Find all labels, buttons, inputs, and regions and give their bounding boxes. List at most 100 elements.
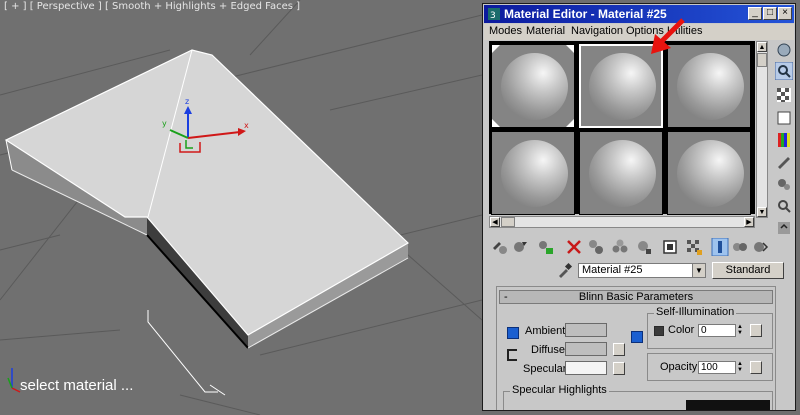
sample-slot-1[interactable] (491, 44, 575, 128)
perspective-viewport[interactable]: x y z [ + ] [ Perspective ] [ Smooth + H… (0, 0, 482, 415)
spinner-arrows-icon[interactable]: ▲ ▼ (736, 324, 744, 337)
uv-tiling-icon[interactable] (775, 109, 793, 127)
material-editor-window: 3 Material Editor - Material #25 _ □ × M… (482, 3, 796, 411)
menu-bar: Modes Material Navigation Options Utilit… (484, 24, 794, 40)
scroll-left-icon[interactable]: ◀ (490, 217, 500, 227)
material-id-icon[interactable] (661, 238, 679, 256)
material-sphere (589, 53, 656, 120)
opacity-group: Opacity: 100 ▲ ▼ (647, 353, 773, 381)
scroll-thumb[interactable] (501, 217, 515, 227)
ambient-color-swatch[interactable] (565, 323, 607, 337)
material-sphere (501, 53, 568, 120)
chevron-down-icon[interactable]: ▼ (692, 263, 706, 278)
spinner-arrows-icon[interactable]: ▲ ▼ (736, 361, 744, 374)
scroll-down-icon[interactable]: ▼ (757, 207, 767, 217)
sample-slot-4[interactable] (491, 131, 575, 215)
menu-modes[interactable]: Modes (489, 25, 522, 37)
go-to-parent-icon[interactable] (731, 238, 749, 256)
opacity-map-button[interactable] (750, 361, 762, 374)
background-icon[interactable] (775, 86, 793, 104)
select-by-material-icon[interactable] (775, 197, 793, 215)
blinn-basic-parameters-rollout: - Blinn Basic Parameters Ambient: Diffus… (496, 286, 776, 410)
selection-bracket-tick (209, 384, 226, 396)
close-icon[interactable]: × (778, 7, 792, 20)
viewport-label[interactable]: [ + ] [ Perspective ] [ Smooth + Highlig… (4, 1, 300, 12)
axis-tripod (7, 368, 21, 393)
scroll-up-icon[interactable]: ▲ (757, 42, 767, 52)
self-illumination-group: Self-Illumination Color 0 ▲ ▼ (647, 306, 773, 349)
viewport-scene: x y z (0, 0, 482, 415)
slot-corner (566, 119, 574, 127)
show-end-result-icon[interactable] (711, 238, 729, 256)
color-checkbox[interactable] (654, 326, 664, 336)
material-name-field[interactable]: Material #25 (578, 263, 702, 278)
opacity-spinner[interactable]: 100 (698, 361, 736, 374)
minimize-icon[interactable]: _ (748, 7, 762, 20)
bracket-icon (507, 349, 517, 361)
video-color-check-icon[interactable] (775, 131, 793, 149)
go-forward-icon[interactable] (751, 238, 769, 256)
maximize-icon[interactable]: □ (763, 7, 777, 20)
options-icon[interactable] (775, 175, 793, 193)
lock-ambient-icon[interactable] (507, 327, 519, 339)
material-name-row: Material #25 ▼ Standard (489, 262, 789, 282)
gizmo-y-label: y (162, 119, 167, 128)
sample-slot-6[interactable] (667, 131, 751, 215)
self-illum-map-button[interactable] (750, 324, 762, 337)
self-illum-spinner[interactable]: 0 (698, 324, 736, 337)
side-toolbar (773, 41, 795, 261)
title-bar[interactable]: 3 Material Editor - Material #25 _ □ × (484, 5, 794, 23)
collapse-icon[interactable]: - (504, 291, 508, 303)
color-label: Color (668, 324, 695, 336)
sample-slot-5[interactable] (579, 131, 663, 215)
delete-icon[interactable] (565, 238, 583, 256)
assign-to-selection-icon[interactable] (537, 238, 555, 256)
slot-corner (566, 45, 574, 53)
rollout-header[interactable]: - Blinn Basic Parameters (499, 290, 773, 304)
material-sphere (677, 53, 744, 120)
backlight-icon[interactable] (775, 62, 793, 80)
specular-highlights-title: Specular Highlights (510, 384, 609, 396)
specular-label: Specular: (523, 363, 570, 375)
menu-material[interactable]: Material (526, 25, 565, 37)
diffuse-map-button[interactable] (613, 343, 625, 356)
menu-navigation[interactable]: Navigation (571, 25, 623, 37)
get-material-icon[interactable] (491, 238, 509, 256)
tutorial-caption: select material ... (20, 377, 134, 394)
material-sphere (677, 140, 744, 207)
sample-slots (489, 41, 755, 215)
selection-bracket (147, 310, 218, 393)
gizmo-x-label: x (244, 121, 249, 130)
slot-corner (492, 119, 500, 127)
highlight-curve-preview (686, 400, 770, 410)
slots-vertical-scrollbar[interactable]: ▲ ▼ (756, 41, 768, 218)
make-preview-icon[interactable] (775, 153, 793, 171)
material-sphere (589, 140, 656, 207)
slot-toolbar (489, 238, 771, 260)
material-type-button[interactable]: Standard (712, 262, 784, 279)
specular-color-swatch[interactable] (565, 361, 607, 375)
self-illumination-title: Self-Illumination (654, 306, 737, 318)
svg-text:3: 3 (490, 11, 496, 20)
opacity-label: Opacity: (660, 361, 701, 373)
material-navigator-icon[interactable] (775, 219, 793, 237)
app-icon: 3 (488, 8, 500, 20)
lock-diffuse-specular-icon[interactable] (631, 331, 643, 343)
sample-type-icon[interactable] (775, 41, 793, 59)
diffuse-color-swatch[interactable] (565, 342, 607, 356)
make-copy-icon[interactable] (587, 238, 605, 256)
eyedropper-icon[interactable] (557, 262, 573, 278)
diffuse-label: Diffuse: (531, 344, 569, 356)
material-sphere (501, 140, 568, 207)
show-map-icon[interactable] (685, 238, 703, 256)
ambient-label: Ambient: (525, 325, 569, 337)
put-to-library-icon[interactable] (635, 238, 653, 256)
rollout-title: Blinn Basic Parameters (578, 291, 694, 303)
annotation-arrow-icon (651, 18, 685, 54)
put-to-scene-icon[interactable] (511, 238, 529, 256)
make-unique-icon[interactable] (611, 238, 629, 256)
slots-horizontal-scrollbar[interactable]: ◀ ▶ (489, 216, 755, 228)
specular-map-button[interactable] (613, 362, 625, 375)
scroll-right-icon[interactable]: ▶ (744, 217, 754, 227)
scroll-thumb[interactable] (757, 53, 767, 67)
